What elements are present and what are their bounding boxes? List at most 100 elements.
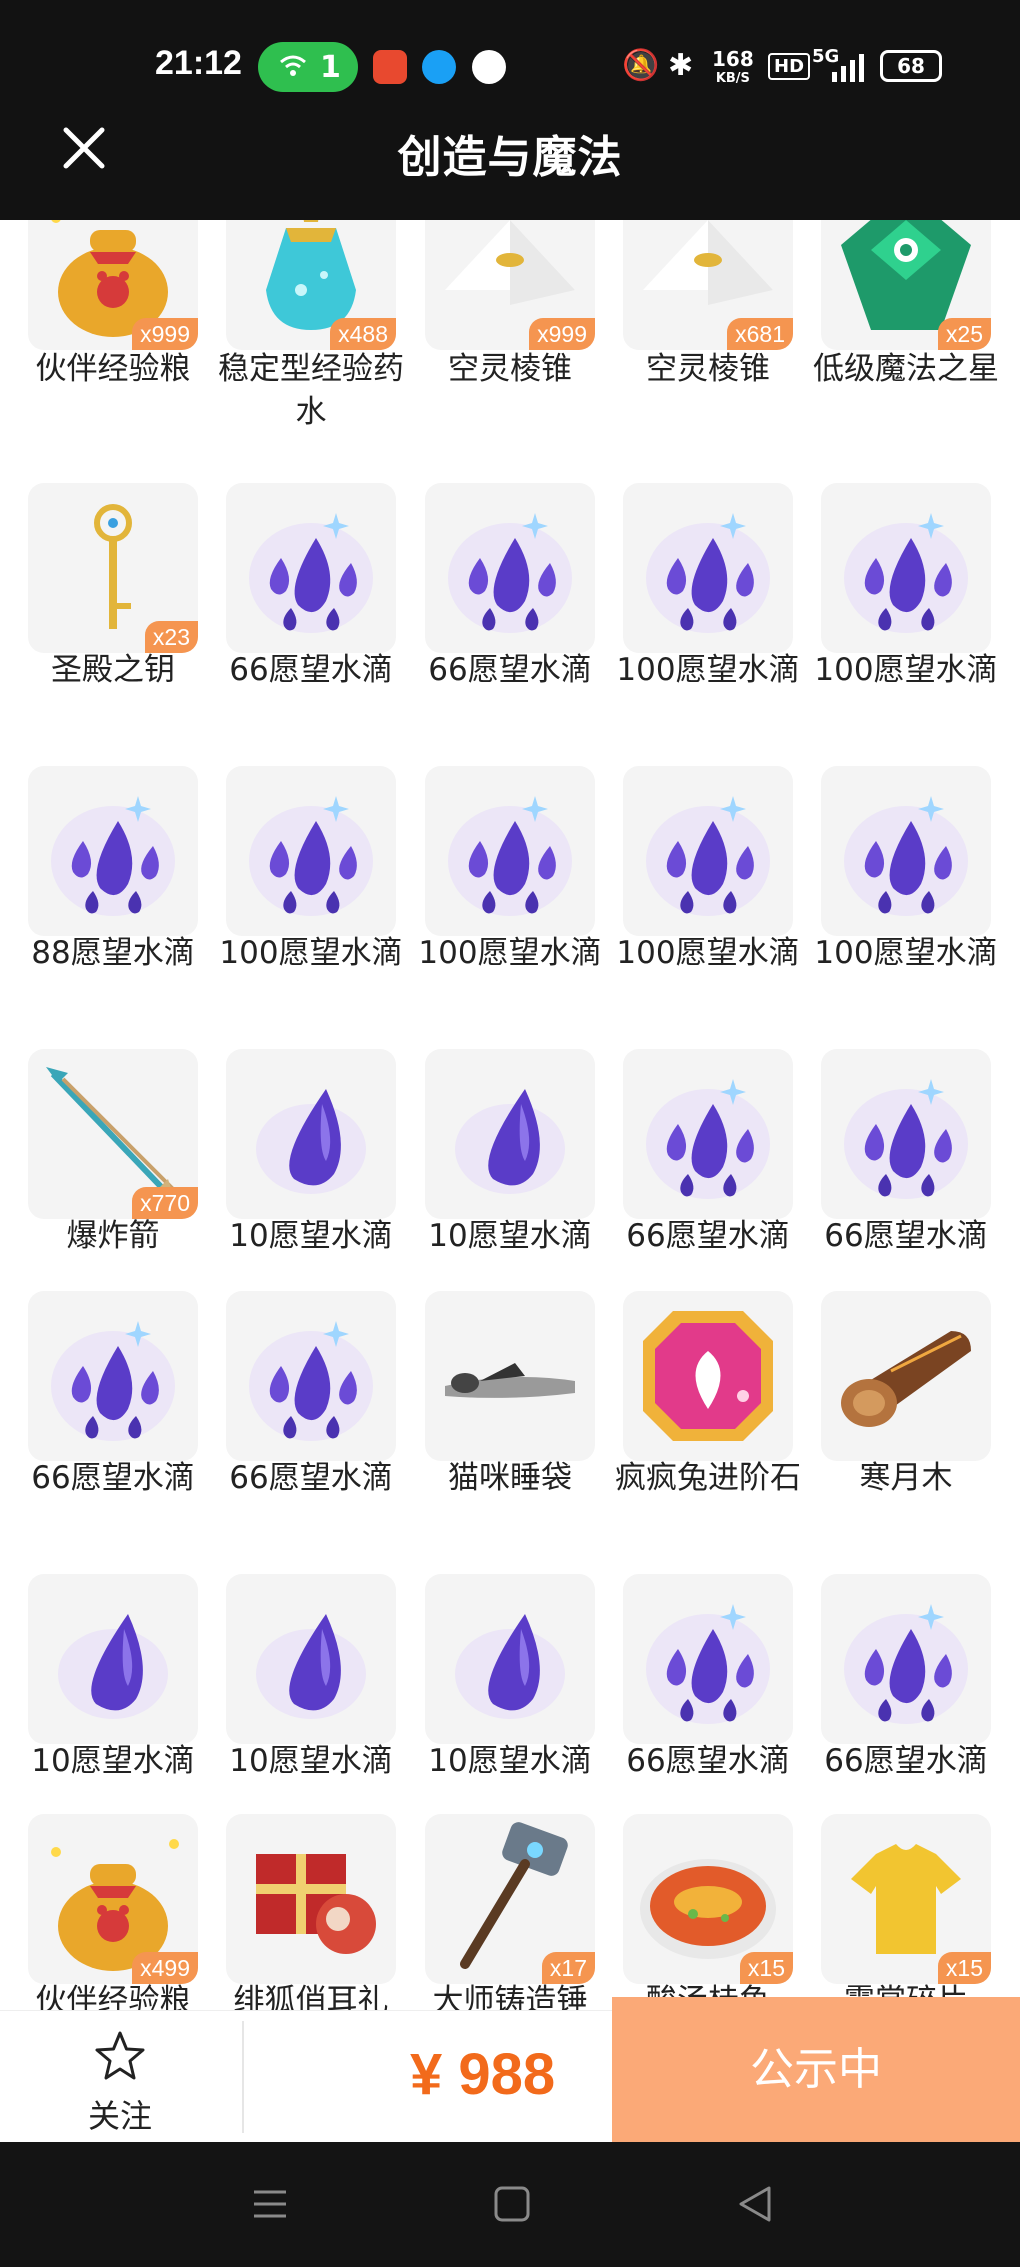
page-title: 创造与魔法: [397, 132, 623, 183]
item-label: 10愿望水滴: [229, 1218, 393, 1254]
item-label: 绯狐俏耳礼: [233, 1983, 389, 2010]
signal-icon: [832, 54, 864, 82]
item-label: 圣殿之钥: [51, 652, 175, 688]
star-icon: [95, 2031, 145, 2080]
drops-icon: [28, 766, 198, 936]
item-label: 疯疯兔进阶石: [615, 1460, 801, 1496]
drops-icon: [226, 1291, 396, 1461]
bottom-action-bar: 关注 ¥ 988 公示中: [0, 1997, 1020, 2143]
hotspot-count: 1: [320, 50, 341, 85]
item-label: 66愿望水滴: [428, 652, 592, 688]
item-label: 猫咪睡袋: [448, 1460, 572, 1496]
qq-icon: [422, 50, 456, 84]
drops-icon: [623, 1049, 793, 1219]
wifi-icon: [280, 55, 306, 76]
item-label: 66愿望水滴: [824, 1218, 988, 1254]
item-label: 伙伴经验粮: [35, 351, 191, 387]
item-label: 寒月木: [859, 1460, 953, 1496]
menu-icon[interactable]: [250, 2184, 290, 2224]
gem-green-icon: x25: [821, 220, 991, 350]
item-label: 88愿望水滴: [31, 935, 195, 971]
item-grid: x999 伙伴经验粮 x488 稳定型经验药水 x999 空灵棱锥 x681 空灵棱锥 …: [0, 220, 1020, 2010]
network-speed-value: 168: [712, 47, 754, 71]
bag-icon: x499: [28, 1814, 198, 1984]
bag-icon: x999: [28, 220, 198, 350]
shirt-icon: x15: [821, 1814, 991, 1984]
system-nav-bar: [0, 2142, 1020, 2267]
drops-icon: [821, 483, 991, 653]
drop-icon: [425, 1574, 595, 1744]
mute-icon: 🔕: [622, 48, 660, 83]
item-label: 100愿望水滴: [219, 935, 403, 971]
item-label: 10愿望水滴: [428, 1743, 592, 1779]
quantity-badge: x999: [529, 318, 595, 350]
arrow-icon: x770: [28, 1049, 198, 1219]
item-label: 空灵棱锥: [448, 351, 572, 387]
item-label: 66愿望水滴: [626, 1743, 790, 1779]
hd-badge: HD: [768, 53, 811, 80]
fish-icon: x15: [623, 1814, 793, 1984]
item-label: 100愿望水滴: [616, 652, 800, 688]
back-icon[interactable]: [735, 2184, 775, 2224]
drops-icon: [821, 1049, 991, 1219]
item-label: 100愿望水滴: [418, 935, 602, 971]
status-button[interactable]: 公示中: [612, 1997, 1020, 2143]
divider: [242, 2021, 244, 2133]
hammer-icon: x17: [425, 1814, 595, 1984]
item-label: 66愿望水滴: [31, 1460, 195, 1496]
drop-icon: [425, 1049, 595, 1219]
item-label: 爆炸箭: [66, 1218, 160, 1254]
wechat-icon: [472, 50, 506, 84]
network-speed-unit: KB/S: [715, 71, 750, 86]
quantity-badge: x681: [727, 318, 793, 350]
item-label: 100愿望水滴: [814, 935, 998, 971]
key-icon: x23: [28, 483, 198, 653]
drops-icon: [623, 766, 793, 936]
price: ¥ 988: [410, 2042, 556, 2107]
item-label: 100愿望水滴: [814, 652, 998, 688]
drops-icon: [425, 766, 595, 936]
network-speed: 168 KB/S: [712, 47, 754, 88]
potion-icon: x488: [226, 220, 396, 350]
drop-icon: [226, 1574, 396, 1744]
pyramid-icon: x681: [623, 220, 793, 350]
drops-icon: [425, 483, 595, 653]
drops-icon: [821, 1574, 991, 1744]
item-label: 66愿望水滴: [229, 1460, 393, 1496]
item-label: 100愿望水滴: [616, 935, 800, 971]
follow-button[interactable]: 关注: [60, 2029, 180, 2137]
quantity-badge: x25: [937, 318, 991, 350]
status-time: 21:12: [155, 44, 242, 82]
follow-label: 关注: [87, 2097, 152, 2135]
drops-icon: [28, 1291, 198, 1461]
drop-icon: [226, 1049, 396, 1219]
drops-icon: [623, 1574, 793, 1744]
item-label: 10愿望水滴: [428, 1218, 592, 1254]
hotspot-pill: 1: [258, 42, 358, 92]
sleepbag-icon: [425, 1291, 595, 1461]
item-label: 10愿望水滴: [31, 1743, 195, 1779]
item-label: 66愿望水滴: [229, 652, 393, 688]
pyramid-icon: x999: [425, 220, 595, 350]
item-label: 66愿望水滴: [626, 1218, 790, 1254]
item-label: 稳定型经验药水: [218, 351, 404, 430]
drops-icon: [226, 766, 396, 936]
drops-icon: [623, 483, 793, 653]
home-icon[interactable]: [492, 2184, 532, 2224]
drops-icon: [226, 483, 396, 653]
quantity-badge: x488: [330, 318, 396, 350]
item-label: 66愿望水滴: [824, 1743, 988, 1779]
gem-pink-icon: [623, 1291, 793, 1461]
log-icon: [821, 1291, 991, 1461]
item-label: 10愿望水滴: [229, 1743, 393, 1779]
item-label: 伙伴经验粮: [35, 1983, 191, 2010]
item-label: 空灵棱锥: [646, 351, 770, 387]
drops-icon: [821, 766, 991, 936]
giftbox-icon: [226, 1814, 396, 1984]
item-label: 低级魔法之星: [813, 351, 999, 387]
weibo-icon: [373, 50, 407, 84]
quantity-badge: x999: [132, 318, 198, 350]
item-label: 大师铸造锤: [432, 1983, 588, 2010]
drop-icon: [28, 1574, 198, 1744]
bluetooth-icon: ✱: [668, 48, 694, 83]
